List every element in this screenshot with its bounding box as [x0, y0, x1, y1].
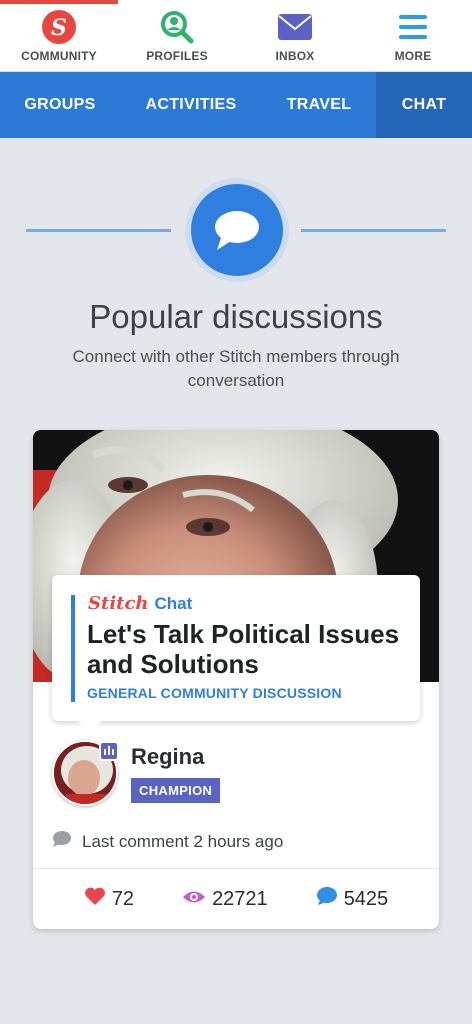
subtab-groups[interactable]: GROUPS	[0, 72, 120, 138]
discussion-title[interactable]: Let's Talk Political Issues and Solution…	[87, 619, 407, 679]
eye-icon	[182, 888, 206, 911]
hero-divider-left	[26, 229, 171, 232]
tab-more[interactable]: MORE	[354, 0, 472, 72]
brand-section-label: Chat	[154, 594, 193, 613]
comment-bubble-icon	[52, 830, 72, 853]
last-comment-text: Last comment 2 hours ago	[82, 831, 284, 851]
envelope-icon	[277, 9, 313, 45]
page-subtitle: Connect with other Stitch members throug…	[72, 347, 400, 390]
discussion-stats: 72 22721 5425	[33, 869, 439, 929]
stitch-logo-icon: S	[41, 9, 77, 45]
likes-stat[interactable]: 72	[84, 886, 134, 912]
svg-text:S: S	[51, 15, 67, 41]
tab-inbox[interactable]: INBOX	[236, 0, 354, 72]
last-comment-row: Last comment 2 hours ago	[52, 830, 283, 853]
info-accent-bar	[71, 595, 75, 702]
subtab-travel[interactable]: TRAVEL	[262, 72, 376, 138]
tab-inbox-label: INBOX	[275, 49, 315, 63]
tab-profiles[interactable]: PROFILES	[118, 0, 236, 72]
hero-divider-right	[301, 229, 446, 232]
subtab-chat[interactable]: CHAT	[376, 72, 472, 138]
page-title: Popular discussions	[89, 298, 383, 335]
author-name[interactable]: Regina	[131, 744, 204, 770]
comment-icon	[316, 886, 338, 912]
stitch-brand-logo: Stitch	[88, 593, 149, 614]
likes-count: 72	[111, 887, 135, 910]
tab-community[interactable]: S COMMUNITY	[0, 0, 118, 72]
chat-bubble-icon	[185, 178, 289, 282]
subtab-activities[interactable]: ACTIVITIES	[120, 72, 262, 138]
views-count: 22721	[212, 887, 268, 910]
top-tab-bar: S COMMUNITY PROFILES INBOX MORE	[0, 0, 472, 72]
discussion-category[interactable]: GENERAL COMMUNITY DISCUSSION	[87, 685, 342, 701]
brand-row: Stitch Chat	[88, 593, 192, 614]
views-stat: 22721	[182, 888, 268, 911]
discussion-info-box[interactable]: Stitch Chat Let's Talk Political Issues …	[52, 575, 420, 733]
discussion-card[interactable]: Stitch Chat Let's Talk Political Issues …	[33, 430, 439, 929]
champion-badge-icon	[99, 741, 119, 761]
hamburger-menu-icon	[395, 9, 431, 45]
comments-stat[interactable]: 5425	[316, 886, 389, 912]
tab-more-label: MORE	[394, 49, 432, 63]
tab-community-label: COMMUNITY	[21, 49, 97, 63]
heart-icon	[84, 886, 106, 912]
search-profile-icon	[159, 9, 195, 45]
author-rank-badge: CHAMPION	[131, 778, 221, 803]
sub-nav: GROUPS ACTIVITIES TRAVEL CHAT	[0, 72, 472, 138]
comments-count: 5425	[343, 887, 389, 910]
tab-profiles-label: PROFILES	[146, 49, 208, 63]
